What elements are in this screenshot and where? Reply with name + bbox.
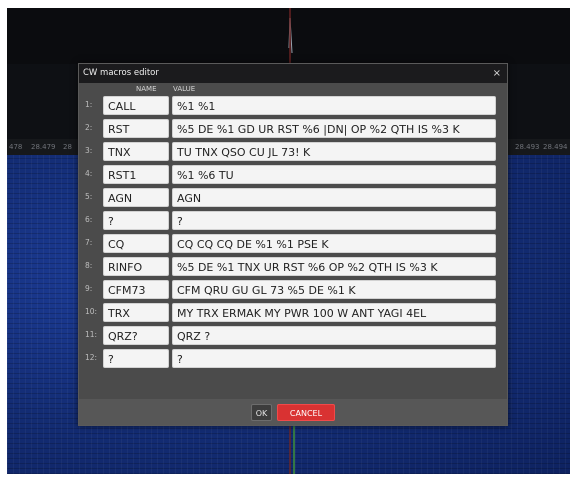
dialog-titlebar[interactable]: CW macros editor × [79, 64, 507, 83]
row-number: 11: [85, 330, 98, 339]
macro-name-input[interactable]: CFM73 [103, 280, 169, 299]
ok-button[interactable]: OK [251, 404, 272, 421]
dialog-title: CW macros editor [83, 68, 159, 78]
header-name: NAME [136, 85, 157, 93]
row-number: 1: [85, 100, 93, 109]
macro-row: 5: AGN AGN [79, 187, 507, 210]
column-headers: NAME VALUE [79, 83, 507, 95]
macro-name-input[interactable]: CALL [103, 96, 169, 115]
macro-value-input[interactable]: %5 DE %1 TNX UR RST %6 OP %2 QTH IS %3 K [172, 257, 496, 276]
scale-label: 28.493 [515, 143, 540, 151]
cancel-button[interactable]: CANCEL [277, 404, 335, 421]
header-value: VALUE [173, 85, 196, 93]
macro-value-input[interactable]: TU TNX QSO CU JL 73! K [172, 142, 496, 161]
row-number: 4: [85, 169, 93, 178]
macro-name-input[interactable]: ? [103, 211, 169, 230]
macro-value-input[interactable]: %1 %1 [172, 96, 496, 115]
row-number: 10: [85, 307, 98, 316]
close-icon[interactable]: × [493, 64, 501, 83]
macro-name-input[interactable]: ? [103, 349, 169, 368]
macro-row: 11: QRZ? QRZ ? [79, 325, 507, 348]
macro-row: 6:?? [79, 210, 507, 233]
macro-name-input[interactable]: TRX [103, 303, 169, 322]
macro-row: 3: TNX TU TNX QSO CU JL 73! K [79, 141, 507, 164]
macro-name-input[interactable]: RST1 [103, 165, 169, 184]
macro-row: 8: RINFO %5 DE %1 TNX UR RST %6 OP %2 QTH … [79, 256, 507, 279]
macro-value-input[interactable]: ? [172, 349, 496, 368]
row-number: 5: [85, 192, 93, 201]
row-number: 9: [85, 284, 93, 293]
macro-value-input[interactable]: MY TRX ERMAK MY PWR 100 W ANT YAGI 4EL [172, 303, 496, 322]
macro-name-input[interactable]: RINFO [103, 257, 169, 276]
macro-name-input[interactable]: CQ [103, 234, 169, 253]
row-number: 8: [85, 261, 93, 270]
macro-value-input[interactable]: %1 %6 TU [172, 165, 496, 184]
macro-row: 12:?? [79, 348, 507, 371]
cw-macros-dialog: CW macros editor × NAME VALUE 1: CALL %1 %… [78, 63, 508, 426]
macro-row: 2: RST %5 DE %1 GD UR RST %6 |DN| OP %2 QT… [79, 118, 507, 141]
macro-row: 7: CQ CQ CQ CQ DE %1 %1 PSE K [79, 233, 507, 256]
macro-name-input[interactable]: RST [103, 119, 169, 138]
macro-row: 9: CFM73 CFM QRU GU GL 73 %5 DE %1 K [79, 279, 507, 302]
macro-name-input[interactable]: AGN [103, 188, 169, 207]
macro-value-input[interactable]: AGN [172, 188, 496, 207]
row-number: 6: [85, 215, 93, 224]
macro-name-input[interactable]: QRZ? [103, 326, 169, 345]
dialog-footer: OK CANCEL [79, 399, 507, 425]
macro-value-input[interactable]: CQ CQ CQ DE %1 %1 PSE K [172, 234, 496, 253]
row-number: 12: [85, 353, 98, 362]
macro-row: 1: CALL %1 %1 [79, 95, 507, 118]
macro-row: 4: RST1 %1 %6 TU [79, 164, 507, 187]
macro-value-input[interactable]: QRZ ? [172, 326, 496, 345]
row-number: 2: [85, 123, 93, 132]
scale-label: 478 [9, 143, 23, 151]
macro-value-input[interactable]: %5 DE %1 GD UR RST %6 |DN| OP %2 QTH IS … [172, 119, 496, 138]
scale-label: 28.494 [543, 143, 568, 151]
macro-name-input[interactable]: TNX [103, 142, 169, 161]
macro-row: 10: TRX MY TRX ERMAK MY PWR 100 W ANT YAGI… [79, 302, 507, 325]
macro-value-input[interactable]: ? [172, 211, 496, 230]
scale-label: 28.479 [31, 143, 56, 151]
macro-rows: 1: CALL %1 %1 2: RST %5 DE %1 GD UR RST %6 |… [79, 95, 507, 371]
scale-label: 28 [63, 143, 72, 151]
row-number: 3: [85, 146, 93, 155]
macro-value-input[interactable]: CFM QRU GU GL 73 %5 DE %1 K [172, 280, 496, 299]
row-number: 7: [85, 238, 93, 247]
